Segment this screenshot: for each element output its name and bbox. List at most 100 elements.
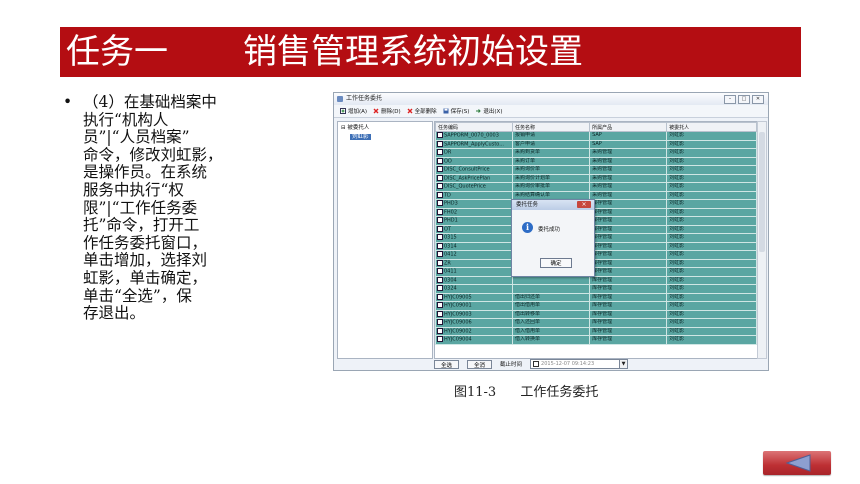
table-row[interactable]: 0412 库存管理 刘虹影 (435, 250, 757, 260)
row-checkbox[interactable] (437, 174, 443, 181)
table-cell: 刘虹影 (666, 199, 757, 209)
tree-root-label: 被委托人 (347, 125, 370, 131)
title-part1: 任务一 (66, 32, 168, 72)
row-checkbox[interactable] (437, 310, 443, 317)
row-checkbox[interactable] (437, 251, 443, 257)
task-code: HYJC09002 (444, 328, 472, 334)
table-cell: HYJC09003 (435, 309, 514, 319)
row-checkbox[interactable] (437, 132, 443, 138)
table-cell: DISC_AskPricePlan (435, 173, 514, 183)
add-button[interactable]: 增加(A) (340, 107, 367, 115)
table-row[interactable]: SAPPORM_ApplyCusto... 客户申请 SAP 刘虹影 (435, 139, 757, 149)
dialog-titlebar: 委托任务 × (512, 200, 594, 210)
table-cell: 采购管理 (589, 148, 668, 158)
window-titlebar: 工作任务委托 – □ ✕ (334, 93, 768, 105)
dialog-close-icon[interactable]: × (577, 201, 591, 208)
bullet: • (63, 93, 73, 111)
row-checkbox[interactable] (437, 234, 443, 240)
table-cell: SAP (589, 131, 668, 141)
delete-label: 删除(D) (381, 109, 401, 115)
table-cell: 刘虹影 (666, 207, 757, 217)
row-checkbox[interactable] (437, 293, 443, 300)
table-row[interactable]: ZR 库存管理 刘虹影 (435, 258, 757, 268)
table-row[interactable]: TD 采购结算确认单 采购管理 刘虹影 (435, 190, 757, 200)
table-row[interactable]: 0304 库存管理 刘虹影 (435, 275, 757, 285)
table-row[interactable]: DR 采购到货单 采购管理 刘虹影 (435, 148, 757, 158)
column-header[interactable]: 任务名称 (512, 122, 591, 132)
row-checkbox[interactable] (437, 319, 443, 325)
table-row[interactable]: HYJC09001 借出借用单 库存管理 刘虹影 (435, 301, 757, 311)
grid-scrollbar[interactable] (757, 121, 767, 359)
table-row[interactable]: HYJC09004 借入转换单 库存管理 刘虹影 (435, 335, 757, 345)
table-row[interactable]: DISC_ConsultPrice 采购询价单 采购管理 刘虹影 (435, 165, 757, 175)
table-row[interactable]: FH02 库存管理 刘虹影 (435, 207, 757, 217)
row-checkbox[interactable] (437, 166, 443, 172)
table-cell: SAPPORM_0070_0003 (435, 131, 514, 141)
table-row[interactable]: PHD1 库存管理 刘虹影 (435, 216, 757, 226)
column-header[interactable]: 所属产品 (589, 122, 668, 132)
row-checkbox[interactable] (437, 191, 443, 198)
delete-button[interactable]: 删除(D) (373, 107, 401, 115)
table-row[interactable]: HYJC09002 借入借用单 库存管理 刘虹影 (435, 326, 757, 336)
row-checkbox[interactable] (437, 268, 443, 274)
save-button[interactable]: 保存(S) (443, 107, 469, 115)
table-row[interactable]: HYJC09003 借出转移单 库存管理 刘虹影 (435, 309, 757, 319)
row-checkbox[interactable] (437, 149, 443, 155)
tree-item-liuhongying[interactable]: 刘虹影 (338, 132, 432, 140)
table-cell: 刘虹影 (666, 139, 757, 149)
expire-date-field[interactable]: 2015-12-07 09:14:23 ▼ (530, 359, 629, 369)
row-checkbox[interactable] (437, 208, 443, 215)
table-row[interactable]: 0315 库存管理 刘虹影 (435, 233, 757, 243)
table-row[interactable]: OO 采购订单 采购管理 刘虹影 (435, 156, 757, 166)
chevron-down-icon[interactable]: ▼ (619, 360, 628, 368)
row-checkbox[interactable] (437, 276, 443, 283)
table-row[interactable]: 0324 库存管理 刘虹影 (435, 284, 757, 294)
title-part2: 销售管理系统初始设置 (243, 32, 583, 72)
column-header[interactable]: 被委托人 (666, 122, 757, 132)
table-row[interactable]: HYJC09005 借出归还单 库存管理 刘虹影 (435, 292, 757, 302)
table-row[interactable]: DISC_AskPricePlan 采购询价计划单 采购管理 刘虹影 (435, 173, 757, 183)
row-checkbox[interactable] (437, 302, 443, 308)
table-row[interactable]: SAPPORM_0070_0003 报销申请 SAP 刘虹影 (435, 131, 757, 141)
table-row[interactable]: OT 库存管理 刘虹影 (435, 224, 757, 234)
column-header[interactable]: 任务编码 (435, 122, 514, 132)
table-cell: OO (435, 156, 514, 166)
row-checkbox[interactable] (437, 242, 443, 249)
table-row[interactable]: HYJC09006 借入还回单 库存管理 刘虹影 (435, 318, 757, 328)
row-checkbox[interactable] (437, 183, 443, 189)
table-row[interactable]: 0411 库存管理 刘虹影 (435, 267, 757, 277)
row-checkbox[interactable] (437, 327, 443, 334)
row-checkbox[interactable] (437, 217, 443, 223)
select-all-button[interactable]: 全选 (434, 359, 460, 369)
table-cell: 报销申请 (512, 131, 591, 141)
close-button[interactable]: ✕ (752, 95, 764, 104)
maximize-button[interactable]: □ (738, 95, 750, 104)
table-row[interactable]: DISC_QuotePrice 采购询价审批单 采购管理 刘虹影 (435, 182, 757, 192)
minimize-button[interactable]: – (724, 95, 736, 104)
row-checkbox[interactable] (437, 225, 443, 232)
table-row[interactable]: PHD3 库存管理 刘虹影 (435, 199, 757, 209)
clear-all-button[interactable]: 全消 (467, 359, 493, 369)
scrollbar-thumb[interactable] (759, 132, 765, 252)
exit-button[interactable]: 退出(X) (475, 107, 502, 115)
table-cell: 库存管理 (589, 250, 668, 260)
row-checkbox[interactable] (437, 140, 443, 147)
row-checkbox[interactable] (437, 259, 443, 266)
delete-all-button[interactable]: 全部删除 (407, 107, 437, 115)
table-cell: 借出转移单 (512, 309, 591, 319)
expire-checkbox[interactable] (533, 361, 540, 367)
row-checkbox[interactable] (437, 157, 443, 164)
table-cell: 刘虹影 (666, 148, 757, 158)
table-cell: 0411 (435, 267, 514, 277)
table-cell: 采购订单 (512, 156, 591, 166)
row-checkbox[interactable] (437, 200, 443, 206)
ok-button[interactable]: 确定 (540, 258, 572, 268)
table-cell: 库存管理 (589, 301, 668, 311)
table-row[interactable]: 0314 库存管理 刘虹影 (435, 241, 757, 251)
tree-item-label: 刘虹影 (350, 134, 371, 140)
back-button[interactable] (763, 451, 831, 475)
instruction-text: （4）在基础档案中 执行“机构人 员”|“人员档案” 命令，修改刘虹影， 是操作… (83, 93, 223, 323)
row-checkbox[interactable] (437, 336, 443, 342)
tree-root[interactable]: ⊟ 被委托人 (338, 122, 432, 132)
row-checkbox[interactable] (437, 285, 443, 291)
